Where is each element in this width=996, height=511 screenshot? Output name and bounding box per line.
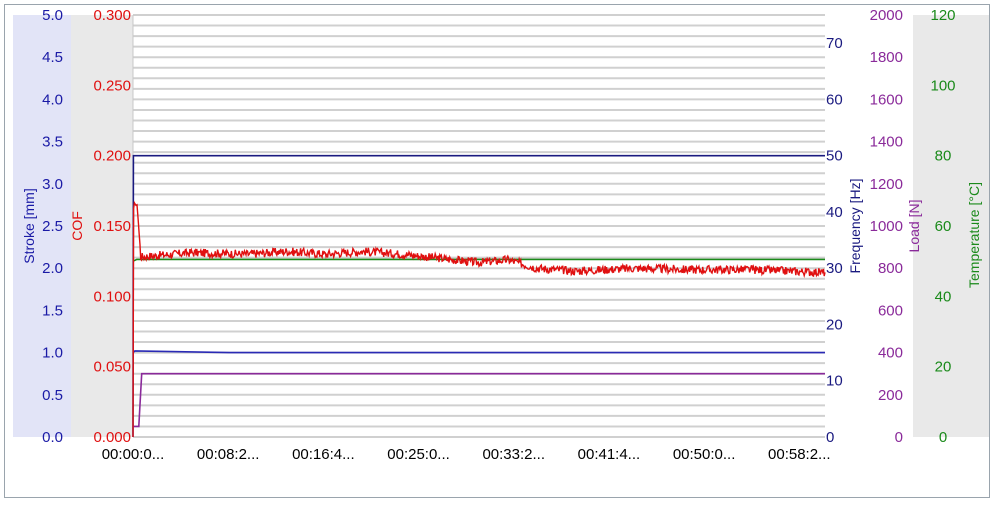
load-tick-label: 400 bbox=[878, 345, 903, 362]
frequency-tick-label: 10 bbox=[826, 373, 843, 390]
load-tick-label: 600 bbox=[878, 302, 903, 319]
load-tick-label: 1600 bbox=[870, 91, 903, 108]
frequency-tick-label: 70 bbox=[826, 35, 843, 52]
cof-series-line bbox=[132, 200, 826, 438]
frequency-tick-label: 20 bbox=[826, 316, 843, 333]
frequency-tick-label: 60 bbox=[826, 91, 843, 108]
temperature-tick-label: 40 bbox=[935, 288, 952, 305]
multi-axis-chart: 0.0 0.5 1.0 1.5 2.0 2.5 3.0 3.5 4.0 4.5 5.0 0.000 0.… bbox=[13, 7, 989, 463]
stroke-tick-label: 0.5 bbox=[42, 387, 63, 404]
load-tick-label: 2000 bbox=[870, 7, 903, 24]
x-tick-label: 00:58:2... bbox=[768, 446, 831, 463]
load-tick-label: 200 bbox=[878, 387, 903, 404]
stroke-tick-label: 5.0 bbox=[42, 7, 63, 24]
stroke-tick-label: 3.5 bbox=[42, 134, 63, 151]
load-tick-label: 1200 bbox=[870, 176, 903, 193]
stroke-tick-label: 4.0 bbox=[42, 91, 63, 108]
chart-frame: 0.0 0.5 1.0 1.5 2.0 2.5 3.0 3.5 4.0 4.5 5.0 0.000 0.… bbox=[4, 4, 990, 498]
temperature-tick-label: 80 bbox=[935, 148, 952, 165]
load-tick-label: 800 bbox=[878, 260, 903, 277]
temperature-axis-title: Temperature [°C] bbox=[966, 182, 982, 288]
x-tick-label: 00:33:2... bbox=[482, 446, 545, 463]
temperature-tick-label: 60 bbox=[935, 218, 952, 235]
temperature-series-line bbox=[132, 258, 825, 262]
cof-axis-title: COF bbox=[69, 211, 85, 241]
temperature-tick-label: 0 bbox=[939, 429, 947, 446]
x-tick-label: 00:41:4... bbox=[578, 446, 641, 463]
load-tick-label: 1400 bbox=[870, 134, 903, 151]
temperature-tick-label: 20 bbox=[935, 359, 952, 376]
cof-tick-label: 0.050 bbox=[93, 359, 131, 376]
load-tick-label: 0 bbox=[895, 429, 903, 446]
cof-tick-label: 0.000 bbox=[93, 429, 131, 446]
cof-tick-label: 0.200 bbox=[93, 148, 131, 165]
x-tick-label: 00:25:0... bbox=[387, 446, 450, 463]
cof-tick-label: 0.100 bbox=[93, 288, 131, 305]
frequency-tick-label: 50 bbox=[826, 148, 843, 165]
x-tick-label: 00:50:0... bbox=[673, 446, 736, 463]
x-tick-label: 00:08:2... bbox=[197, 446, 260, 463]
stroke-tick-label: 1.0 bbox=[42, 345, 63, 362]
x-tick-label: 00:16:4... bbox=[292, 446, 355, 463]
frequency-tick-label: 40 bbox=[826, 204, 843, 221]
stroke-tick-label: 2.5 bbox=[42, 218, 63, 235]
stroke-tick-label: 2.0 bbox=[42, 260, 63, 277]
cof-tick-label: 0.150 bbox=[93, 218, 131, 235]
cof-tick-label: 0.300 bbox=[93, 7, 131, 24]
temperature-tick-label: 120 bbox=[930, 7, 955, 24]
stroke-tick-label: 1.5 bbox=[42, 302, 63, 319]
stroke-tick-label: 0.0 bbox=[42, 429, 63, 446]
stroke-tick-label: 4.5 bbox=[42, 49, 63, 66]
frequency-tick-label: 0 bbox=[826, 429, 834, 446]
load-tick-label: 1000 bbox=[870, 218, 903, 235]
load-tick-label: 1800 bbox=[870, 49, 903, 66]
stroke-tick-label: 3.0 bbox=[42, 176, 63, 193]
x-tick-label: 00:00:0... bbox=[102, 446, 165, 463]
load-axis-title: Load [N] bbox=[906, 200, 922, 253]
stroke-axis-title: Stroke [mm] bbox=[21, 188, 37, 263]
frequency-tick-label: 30 bbox=[826, 260, 843, 277]
frequency-axis-title: Frequency [Hz] bbox=[847, 179, 863, 274]
temperature-tick-label: 100 bbox=[930, 77, 955, 94]
cof-tick-label: 0.250 bbox=[93, 77, 131, 94]
load-series-line bbox=[133, 372, 825, 428]
